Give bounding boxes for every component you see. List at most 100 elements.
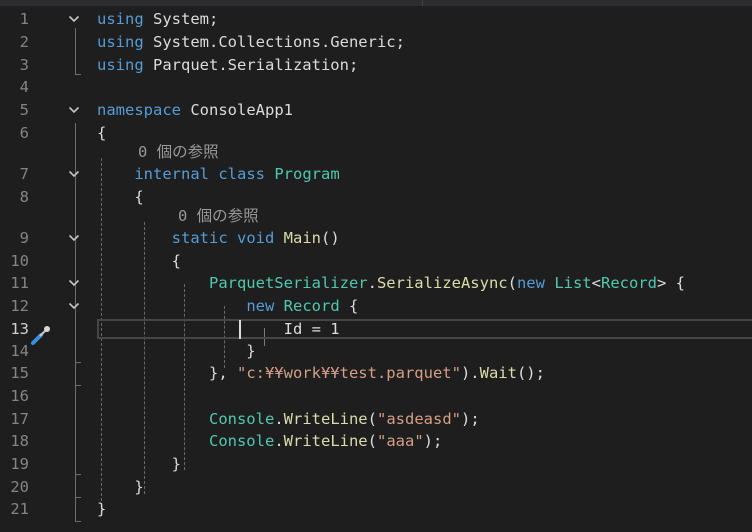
code-token: }, <box>97 364 237 382</box>
code-text: ParquetSerializer.SerializeAsync(new Lis… <box>97 272 685 295</box>
code-token: < <box>591 274 601 292</box>
line-number: 2 <box>19 33 29 51</box>
line-number: 7 <box>19 165 29 183</box>
line-number: 8 <box>19 188 29 206</box>
code-line[interactable]: 2 using System.Collections.Generic; <box>0 31 752 54</box>
code-token: () <box>321 229 340 247</box>
code-token: using <box>97 56 144 74</box>
code-line[interactable]: 5 namespace ConsoleApp1 <box>0 99 752 122</box>
line-number: 9 <box>19 229 29 247</box>
line-number: 4 <box>19 78 29 96</box>
code-text: using Parquet.Serialization; <box>97 54 358 77</box>
code-token: Console <box>208 410 275 428</box>
line-number: 20 <box>10 478 29 496</box>
code-line[interactable]: 6{ <box>0 122 752 145</box>
code-token: } <box>97 500 107 518</box>
code-token: Main <box>283 229 321 247</box>
code-token: { <box>97 188 144 206</box>
code-token: "c:¥¥work¥¥test.parquet" <box>236 364 461 382</box>
chevron-down-icon[interactable] <box>68 277 80 289</box>
code-text: } <box>97 340 255 363</box>
chevron-down-icon[interactable] <box>68 168 80 180</box>
screwdriver-brush-icon[interactable] <box>30 324 52 346</box>
line-number: 14 <box>10 342 29 360</box>
code-text: Console.WriteLine("aaa"); <box>97 430 442 453</box>
code-token: System.Collections.Generic; <box>143 33 405 51</box>
code-text: { <box>97 250 181 273</box>
code-token: Program <box>274 165 340 183</box>
code-token: . <box>367 274 377 292</box>
chevron-down-icon[interactable] <box>68 300 80 312</box>
code-text: { <box>97 186 144 209</box>
code-token: { <box>97 124 107 142</box>
code-token: } <box>97 478 144 496</box>
code-token: "asdeasd" <box>377 410 461 428</box>
line-number: 15 <box>10 364 29 382</box>
code-line[interactable]: 1 using System; <box>0 8 752 31</box>
code-text: { <box>97 122 106 145</box>
code-token: SerializeAsync <box>376 274 508 292</box>
code-line[interactable]: 10 { <box>0 250 752 273</box>
code-line[interactable]: 21} <box>0 498 752 521</box>
code-line[interactable]: 16 <box>0 385 752 408</box>
chevron-down-icon[interactable] <box>68 104 80 116</box>
code-token: Record <box>600 274 657 292</box>
code-token: (); <box>516 364 545 382</box>
code-line[interactable]: 14 } <box>0 340 752 363</box>
code-token: "aaa" <box>377 432 424 450</box>
code-text: namespace ConsoleApp1 <box>97 99 293 122</box>
code-line[interactable]: 20 } <box>0 476 752 499</box>
codelens-reference-count[interactable]: 0 個の参照 <box>138 141 219 164</box>
code-text: using System; <box>97 8 218 31</box>
code-token: ( <box>367 410 377 428</box>
code-token: } <box>97 455 181 473</box>
code-text: } <box>97 453 181 476</box>
code-line[interactable]: 11 ParquetSerializer.SerializeAsync(new … <box>0 272 752 295</box>
line-number: 21 <box>10 500 29 518</box>
code-line[interactable]: 18 Console.WriteLine("aaa"); <box>0 430 752 453</box>
code-token: using <box>97 33 144 51</box>
line-number: 5 <box>19 101 29 119</box>
code-line[interactable]: 19 } <box>0 453 752 476</box>
code-token: > { <box>656 274 685 292</box>
code-line[interactable]: 15 }, "c:¥¥work¥¥test.parquet").Wait(); <box>0 362 752 385</box>
code-text: new Record { <box>97 295 358 318</box>
line-number: 13 <box>10 320 29 338</box>
line-number: 17 <box>10 410 29 428</box>
code-text: } <box>97 476 144 499</box>
code-text: }, "c:¥¥work¥¥test.parquet").Wait(); <box>97 362 545 385</box>
code-token: System; <box>143 10 219 28</box>
codelens-reference-count[interactable]: 0 個の参照 <box>178 205 259 228</box>
chevron-down-icon[interactable] <box>68 13 80 25</box>
code-line[interactable]: 4 <box>0 76 752 99</box>
code-token: ). <box>460 364 480 382</box>
code-line[interactable]: 12 new Record { <box>0 295 752 318</box>
line-number: 10 <box>10 252 29 270</box>
code-line[interactable]: 9 static void Main() <box>0 227 752 250</box>
code-token: Wait <box>479 364 517 382</box>
code-token: Console <box>208 432 275 450</box>
code-editor[interactable]: 1 using System; 2 using System.Collections.… <box>0 6 752 532</box>
code-token: List <box>554 274 592 292</box>
code-line[interactable]: 17 Console.WriteLine("asdeasd"); <box>0 408 752 431</box>
code-token: ( <box>367 432 377 450</box>
current-line-highlight <box>97 319 752 339</box>
line-number: 11 <box>10 274 29 292</box>
code-token: WriteLine <box>283 410 368 428</box>
code-token: ); <box>461 410 480 428</box>
line-number: 19 <box>10 455 29 473</box>
code-line[interactable]: 7 internal class Program <box>0 163 752 186</box>
chevron-down-icon[interactable] <box>68 232 80 244</box>
line-number: 18 <box>10 432 29 450</box>
code-line[interactable]: 8 { <box>0 186 752 209</box>
code-token: namespace <box>97 101 181 119</box>
code-line[interactable]: 3 using Parquet.Serialization; <box>0 54 752 77</box>
code-token: new <box>246 297 275 315</box>
line-number: 12 <box>10 297 29 315</box>
